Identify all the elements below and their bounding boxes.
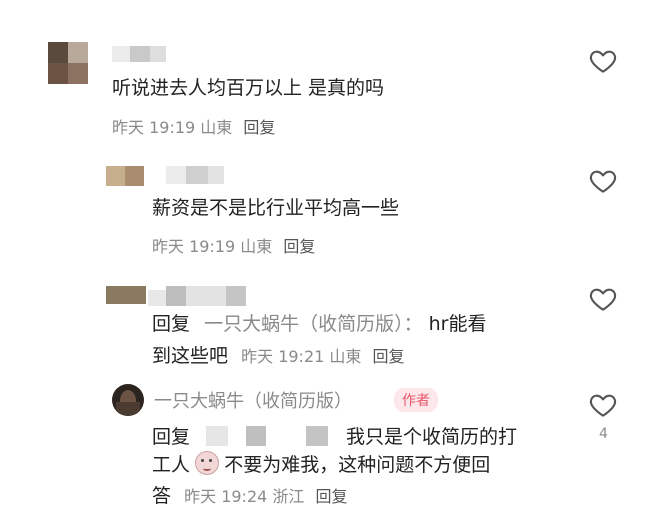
author-name[interactable]: 一只大蜗牛（收简历版） [154,387,352,413]
comment-location: 浙江 [272,487,305,506]
comment-line2: 到这些吧 昨天 19:21 山東 回复 [152,340,405,372]
comment-text-line3: 答 [152,485,172,507]
heart-icon[interactable] [588,284,618,314]
heart-icon[interactable] [588,390,618,420]
avatar[interactable] [106,286,146,304]
reply-prefix: 回复 [152,426,191,448]
heart-icon[interactable] [588,46,618,76]
reply-button[interactable]: 回复 [243,118,275,137]
comment-time: 昨天 19:21 [241,347,325,366]
comment-text: 听说进去人均百万以上 是真的吗 [112,77,385,99]
author-avatar[interactable] [112,384,144,416]
comment-location: 山東 [240,237,273,256]
comment-line3: 答 昨天 19:24 浙江 回复 [152,480,348,512]
reply-button[interactable]: 回复 [373,347,405,366]
reply-target[interactable]: 一只大蜗牛（收简历版）： [204,313,423,335]
author-badge: 作者 [394,388,438,412]
comment-meta: 昨天 19:19 山東 回复 [112,114,275,138]
comment-text: 回复 一只大蜗牛（收简历版）： hr能看 [152,308,486,340]
comment-meta: 昨天 19:19 山東 回复 [152,233,315,257]
avatar[interactable] [106,166,144,186]
comment-text-line2a: 工人 [152,454,191,476]
comment-location: 山東 [200,118,233,137]
comment-time: 昨天 19:24 [184,487,268,506]
comment-text-line2: 到这些吧 [152,345,229,367]
comment-text: 薪资是不是比行业平均高一些 [152,197,400,219]
reply-button[interactable]: 回复 [316,487,348,506]
comment-text-line2b: 不要为难我，这种问题不方便回 [224,454,491,476]
heart-icon[interactable] [588,166,618,196]
comment-text-line1: hr能看 [428,313,487,335]
sticker-emoji-icon [195,451,220,475]
reply-button[interactable]: 回复 [283,237,315,256]
comment-location: 山東 [329,347,362,366]
reply-prefix: 回复 [152,313,191,335]
avatar[interactable] [48,42,88,84]
like-count: 4 [599,426,608,442]
comment-time: 昨天 19:19 [112,118,196,137]
comment-line2: 工人 不要为难我，这种问题不方便回 [152,449,490,481]
comment-time: 昨天 19:19 [152,237,236,256]
